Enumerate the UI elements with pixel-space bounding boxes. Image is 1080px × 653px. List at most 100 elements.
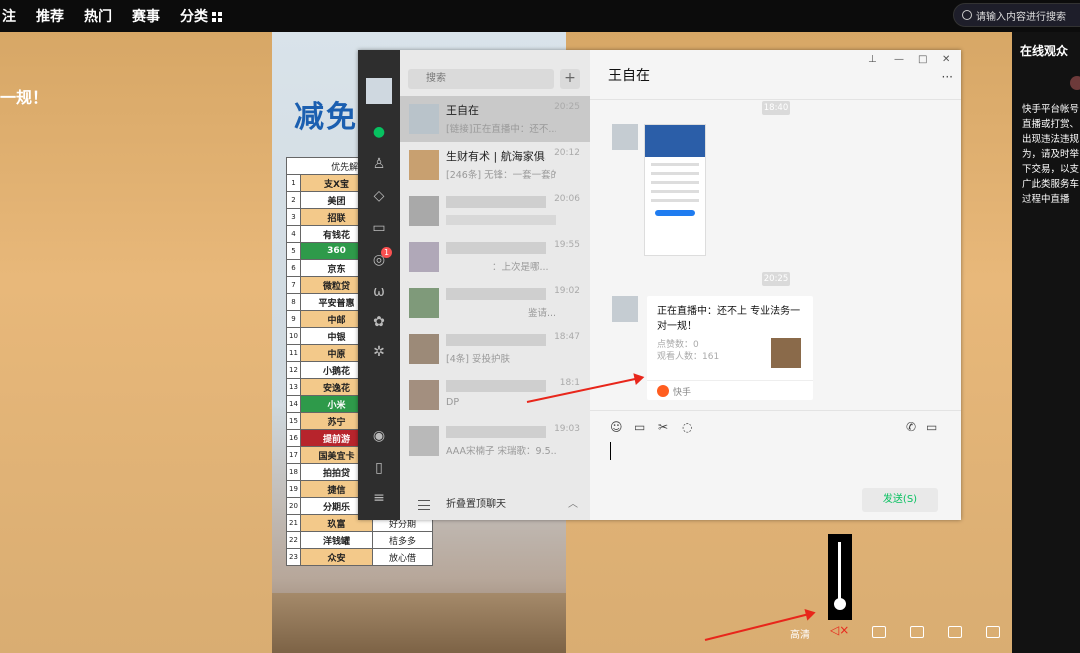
danmaku-icon[interactable] xyxy=(910,626,924,638)
side-rail: ● ♙ ◇ ▭ ◎ 1 ω ✿ ✲ ◉ ▯ ≡ xyxy=(358,50,400,520)
list-item[interactable]: AAA宋楠子 宋瑞歌：9.5... 19:03 xyxy=(400,418,590,464)
blurred-preview xyxy=(446,215,556,225)
blurred-name xyxy=(446,426,546,438)
timestamp: 20:25 xyxy=(762,272,790,286)
row-number: 20 xyxy=(286,497,301,515)
nav-item-hot[interactable]: 热门 xyxy=(74,6,122,26)
table-row: 23 众安 放心借 xyxy=(286,548,433,566)
conversation-header: 王自在 ⊥ — □ ✕ ··· xyxy=(590,50,961,100)
avatar xyxy=(409,104,439,134)
avatar xyxy=(409,288,439,318)
screenshot-icon[interactable] xyxy=(948,626,962,638)
list-item[interactable]: 鉴请... 19:02 xyxy=(400,280,590,326)
volume-knob[interactable] xyxy=(834,598,846,610)
conversation-time: 19:55 xyxy=(554,240,580,250)
more-icon[interactable]: ··· xyxy=(942,70,953,84)
fullscreen-icon[interactable] xyxy=(986,626,1000,638)
cube-icon[interactable]: ◇ xyxy=(371,188,387,204)
conversation-preview: [4条] 妥投护肤 xyxy=(446,354,510,365)
image-button xyxy=(655,210,695,216)
channels-icon[interactable]: ω xyxy=(371,284,387,300)
list-item[interactable]: 生财有术 | 航海家俱... [246条] 无锋：一套一套的 20:12 xyxy=(400,142,590,188)
list-item[interactable]: ：上次是哪... 19:55 xyxy=(400,234,590,280)
row-number: 12 xyxy=(286,361,301,379)
conversation-preview: ：上次是哪... xyxy=(492,262,549,273)
close-button[interactable]: ✕ xyxy=(942,54,950,65)
card-title: 正在直播中：还不上 专业法务一对一规！ xyxy=(657,306,801,332)
row-number: 9 xyxy=(286,310,301,328)
nav-item-events[interactable]: 赛事 xyxy=(122,6,170,26)
chat-icon[interactable]: ● xyxy=(371,124,387,140)
nav-item-follow[interactable]: 注 xyxy=(0,6,26,26)
table-row: 22 洋钱罐 桔多多 xyxy=(286,531,433,549)
conversation-preview: [246条] 无锋：一套一套的 xyxy=(446,170,556,181)
menu-icon[interactable]: ≡ xyxy=(371,490,387,506)
folder-icon[interactable]: ▭ xyxy=(634,420,645,434)
wechat-window: ● ♙ ◇ ▭ ◎ 1 ω ✿ ✲ ◉ ▯ ≡ 搜索 + 王自在 [链接]正在直… xyxy=(358,50,961,520)
avatar xyxy=(409,242,439,272)
pin-icon[interactable]: ⊥ xyxy=(868,54,877,65)
search-input[interactable]: 搜索 xyxy=(408,69,554,89)
avatar[interactable] xyxy=(612,296,638,322)
conversation-list: 搜索 + 王自在 [链接]正在直播中：还不... 20:25 生财有术 | 航海… xyxy=(400,50,590,520)
avatar xyxy=(409,334,439,364)
emoji-icon[interactable]: ☺ xyxy=(610,420,623,434)
link-card-message[interactable]: 正在直播中：还不上 专业法务一对一规！ 点赞数：0 观看人数：161 快手 xyxy=(647,296,813,400)
folder-icon[interactable]: ▭ xyxy=(371,220,387,236)
avatar[interactable] xyxy=(366,78,392,104)
conversation-time: 20:25 xyxy=(554,102,580,112)
maximize-button[interactable]: □ xyxy=(918,54,927,65)
row-number: 10 xyxy=(286,327,301,345)
row-number: 8 xyxy=(286,293,301,311)
send-button[interactable]: 发送(S) xyxy=(862,488,938,512)
conversation-preview: [链接]正在直播中：还不... xyxy=(446,124,556,135)
row-number: 16 xyxy=(286,429,301,447)
list-item[interactable]: 20:06 xyxy=(400,188,590,234)
row-number: 22 xyxy=(286,531,301,549)
video-call-icon[interactable]: ▭ xyxy=(926,420,937,434)
music-icon[interactable]: ◉ xyxy=(371,428,387,444)
audience-panel: 在线观众 快手平台帐号直播或打赏、出现违法违规为，请及时举下交易，以支广此类服务… xyxy=(1012,32,1080,653)
avatar xyxy=(409,150,439,180)
avatar[interactable] xyxy=(612,124,638,150)
avatar[interactable] xyxy=(1070,76,1080,90)
volume-icon[interactable]: ◁× xyxy=(830,623,849,637)
conversation-time: 18:47 xyxy=(554,332,580,342)
nav-item-category-label: 分类 xyxy=(180,9,208,25)
miniprogram-icon[interactable]: ✲ xyxy=(371,344,387,360)
row-number: 7 xyxy=(286,276,301,294)
volume-track xyxy=(838,542,841,604)
contacts-icon[interactable]: ♙ xyxy=(371,156,387,172)
nav-item-recommend[interactable]: 推荐 xyxy=(26,6,74,26)
image-message[interactable] xyxy=(644,124,706,256)
fold-pinned-chats[interactable]: 折叠置顶聊天 ︿ xyxy=(400,490,590,520)
rotate-icon[interactable] xyxy=(872,626,886,638)
search-input[interactable]: 请输入内容进行搜索 xyxy=(953,3,1080,27)
platform-name: 众安 xyxy=(300,548,373,566)
phone-icon[interactable]: ▯ xyxy=(371,460,387,476)
add-button[interactable]: + xyxy=(560,69,580,89)
quality-button[interactable]: 高清 xyxy=(790,626,810,641)
divider xyxy=(590,410,961,411)
row-number: 15 xyxy=(286,412,301,430)
row-number: 19 xyxy=(286,480,301,498)
minimize-button[interactable]: — xyxy=(894,54,904,65)
volume-slider[interactable] xyxy=(828,534,852,620)
timestamp: 18:40 xyxy=(762,101,790,115)
top-nav-bar: 注 推荐 热门 赛事 分类 请输入内容进行搜索 xyxy=(0,0,1080,32)
list-item[interactable]: [4条] 妥投护肤 18:47 xyxy=(400,326,590,372)
row-number: 23 xyxy=(286,548,301,566)
platform-notice: 快手平台帐号直播或打赏、出现违法违规为，请及时举下交易，以支广此类服务车过程中直… xyxy=(1022,104,1080,205)
scissors-icon[interactable]: ✂ xyxy=(658,420,668,434)
nav-item-category[interactable]: 分类 xyxy=(170,6,232,26)
search-friend-icon[interactable]: ✿ xyxy=(371,314,387,330)
chat-bubble-icon[interactable]: ◌ xyxy=(682,420,692,434)
blurred-name xyxy=(446,288,546,300)
fold-label: 折叠置顶聊天 xyxy=(446,499,506,510)
message-input[interactable] xyxy=(610,442,611,460)
call-icon[interactable]: ✆ xyxy=(906,420,916,434)
image-banner xyxy=(645,125,705,157)
contact-name: 王自在 xyxy=(608,68,650,84)
list-item[interactable]: 王自在 [链接]正在直播中：还不... 20:25 xyxy=(400,96,590,142)
row-number: 3 xyxy=(286,208,301,226)
